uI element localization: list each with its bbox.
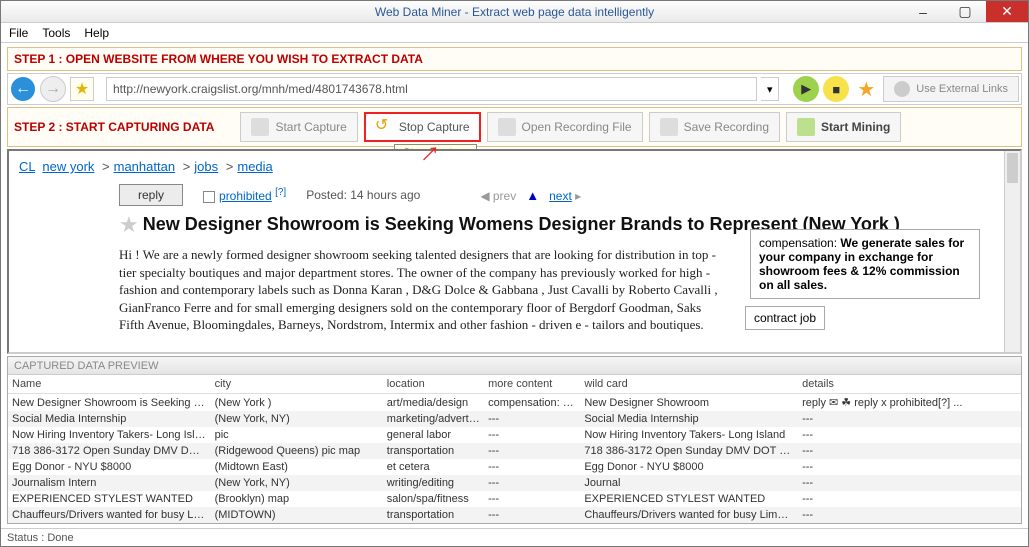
title-bar: Web Data Miner - Extract web page data i…: [1, 1, 1028, 23]
crumb-cl[interactable]: CL: [19, 159, 35, 174]
col-name[interactable]: Name: [8, 375, 211, 394]
prohibited-link[interactable]: prohibited: [219, 189, 272, 203]
crumb-jobs[interactable]: jobs: [194, 159, 218, 174]
halt-button[interactable]: ■: [823, 76, 849, 102]
browser-pane: CL new york >manhattan >jobs >media repl…: [7, 149, 1022, 354]
stop-capture-button[interactable]: ↺ Stop Capture: [364, 112, 481, 142]
close-button[interactable]: ✕: [986, 1, 1028, 22]
menu-bar: File Tools Help: [1, 23, 1028, 43]
next-link[interactable]: next: [549, 189, 572, 203]
table-row[interactable]: 718 386-3172 Open Sunday DMV DOT CDL Phy…: [8, 443, 1021, 459]
window-title: Web Data Miner - Extract web page data i…: [375, 5, 654, 19]
captured-table: Name city location more content wild car…: [8, 375, 1021, 523]
forward-button[interactable]: →: [40, 76, 66, 102]
favorites-icon[interactable]: ★: [70, 77, 94, 101]
reply-button[interactable]: reply: [119, 184, 183, 206]
open-recording-button[interactable]: Open Recording File: [487, 112, 643, 142]
scroll-thumb[interactable]: [1007, 153, 1018, 183]
start-capture-button[interactable]: Start Capture: [240, 112, 357, 142]
address-bar: ← → ★ ▾ ▶ ■ ★ Use External Links: [7, 73, 1022, 105]
step2-label: STEP 2 : START CAPTURING DATA: [14, 120, 214, 134]
table-row[interactable]: Chauffeurs/Drivers wanted for busy Limo …: [8, 507, 1021, 523]
open-file-icon: [498, 118, 516, 136]
link-icon: [894, 81, 910, 97]
scrollbar[interactable]: [1004, 151, 1020, 352]
url-input[interactable]: [106, 77, 757, 101]
external-links-button[interactable]: Use External Links: [883, 76, 1019, 102]
table-row[interactable]: Now Hiring Inventory Takers- Long Island…: [8, 427, 1021, 443]
go-button[interactable]: ▶: [793, 76, 819, 102]
contract-box: contract job: [745, 306, 825, 330]
col-city[interactable]: city: [211, 375, 383, 394]
table-row[interactable]: Social Media Internship(New York, NY)mar…: [8, 411, 1021, 427]
step1-label: STEP 1 : OPEN WEBSITE FROM WHERE YOU WIS…: [7, 47, 1022, 71]
prev-link[interactable]: prev: [493, 189, 516, 203]
col-wild[interactable]: wild card: [580, 375, 798, 394]
mining-icon: [797, 118, 815, 136]
bookmark-star-icon[interactable]: ★: [853, 76, 879, 102]
save-recording-button[interactable]: Save Recording: [649, 112, 780, 142]
col-details[interactable]: details: [798, 375, 1021, 394]
save-icon: [660, 118, 678, 136]
menu-file[interactable]: File: [9, 26, 28, 40]
menu-tools[interactable]: Tools: [42, 26, 70, 40]
captured-data-panel: CAPTURED DATA PREVIEW Name city location…: [7, 356, 1022, 524]
table-row[interactable]: Journalism Intern(New York, NY)writing/e…: [8, 475, 1021, 491]
up-icon[interactable]: ▲: [526, 188, 539, 203]
record-icon: [251, 118, 269, 136]
col-location[interactable]: location: [383, 375, 484, 394]
breadcrumb: CL new york >manhattan >jobs >media: [19, 159, 1010, 180]
crumb-manhattan[interactable]: manhattan: [114, 159, 175, 174]
menu-help[interactable]: Help: [84, 26, 109, 40]
table-row[interactable]: New Designer Showroom is Seeking Womens …: [8, 394, 1021, 412]
maximize-button[interactable]: ▢: [944, 1, 986, 22]
back-button[interactable]: ←: [10, 76, 36, 102]
window-controls: – ▢ ✕: [902, 1, 1028, 22]
compensation-box: compensation: We generate sales for your…: [750, 229, 980, 299]
url-dropdown[interactable]: ▾: [761, 77, 779, 101]
table-row[interactable]: Egg Donor - NYU $8000(Midtown East)et ce…: [8, 459, 1021, 475]
favorite-star-icon[interactable]: ★: [119, 214, 139, 236]
status-text: Status : Done: [7, 532, 74, 544]
captured-header: CAPTURED DATA PREVIEW: [8, 357, 1021, 375]
step2-toolbar: STEP 2 : START CAPTURING DATA Start Capt…: [7, 107, 1022, 147]
start-mining-button[interactable]: Start Mining: [786, 112, 901, 142]
minimize-button[interactable]: –: [902, 1, 944, 22]
prohibited-checkbox[interactable]: [203, 191, 215, 203]
table-row[interactable]: EXPERIENCED STYLEST WANTED(Brooklyn) map…: [8, 491, 1021, 507]
status-bar: Status : Done: [1, 528, 1028, 546]
crumb-media[interactable]: media: [237, 159, 272, 174]
post-body: Hi ! We are a newly formed designer show…: [19, 236, 719, 352]
col-more[interactable]: more content: [484, 375, 580, 394]
crumb-newyork[interactable]: new york: [42, 159, 94, 174]
